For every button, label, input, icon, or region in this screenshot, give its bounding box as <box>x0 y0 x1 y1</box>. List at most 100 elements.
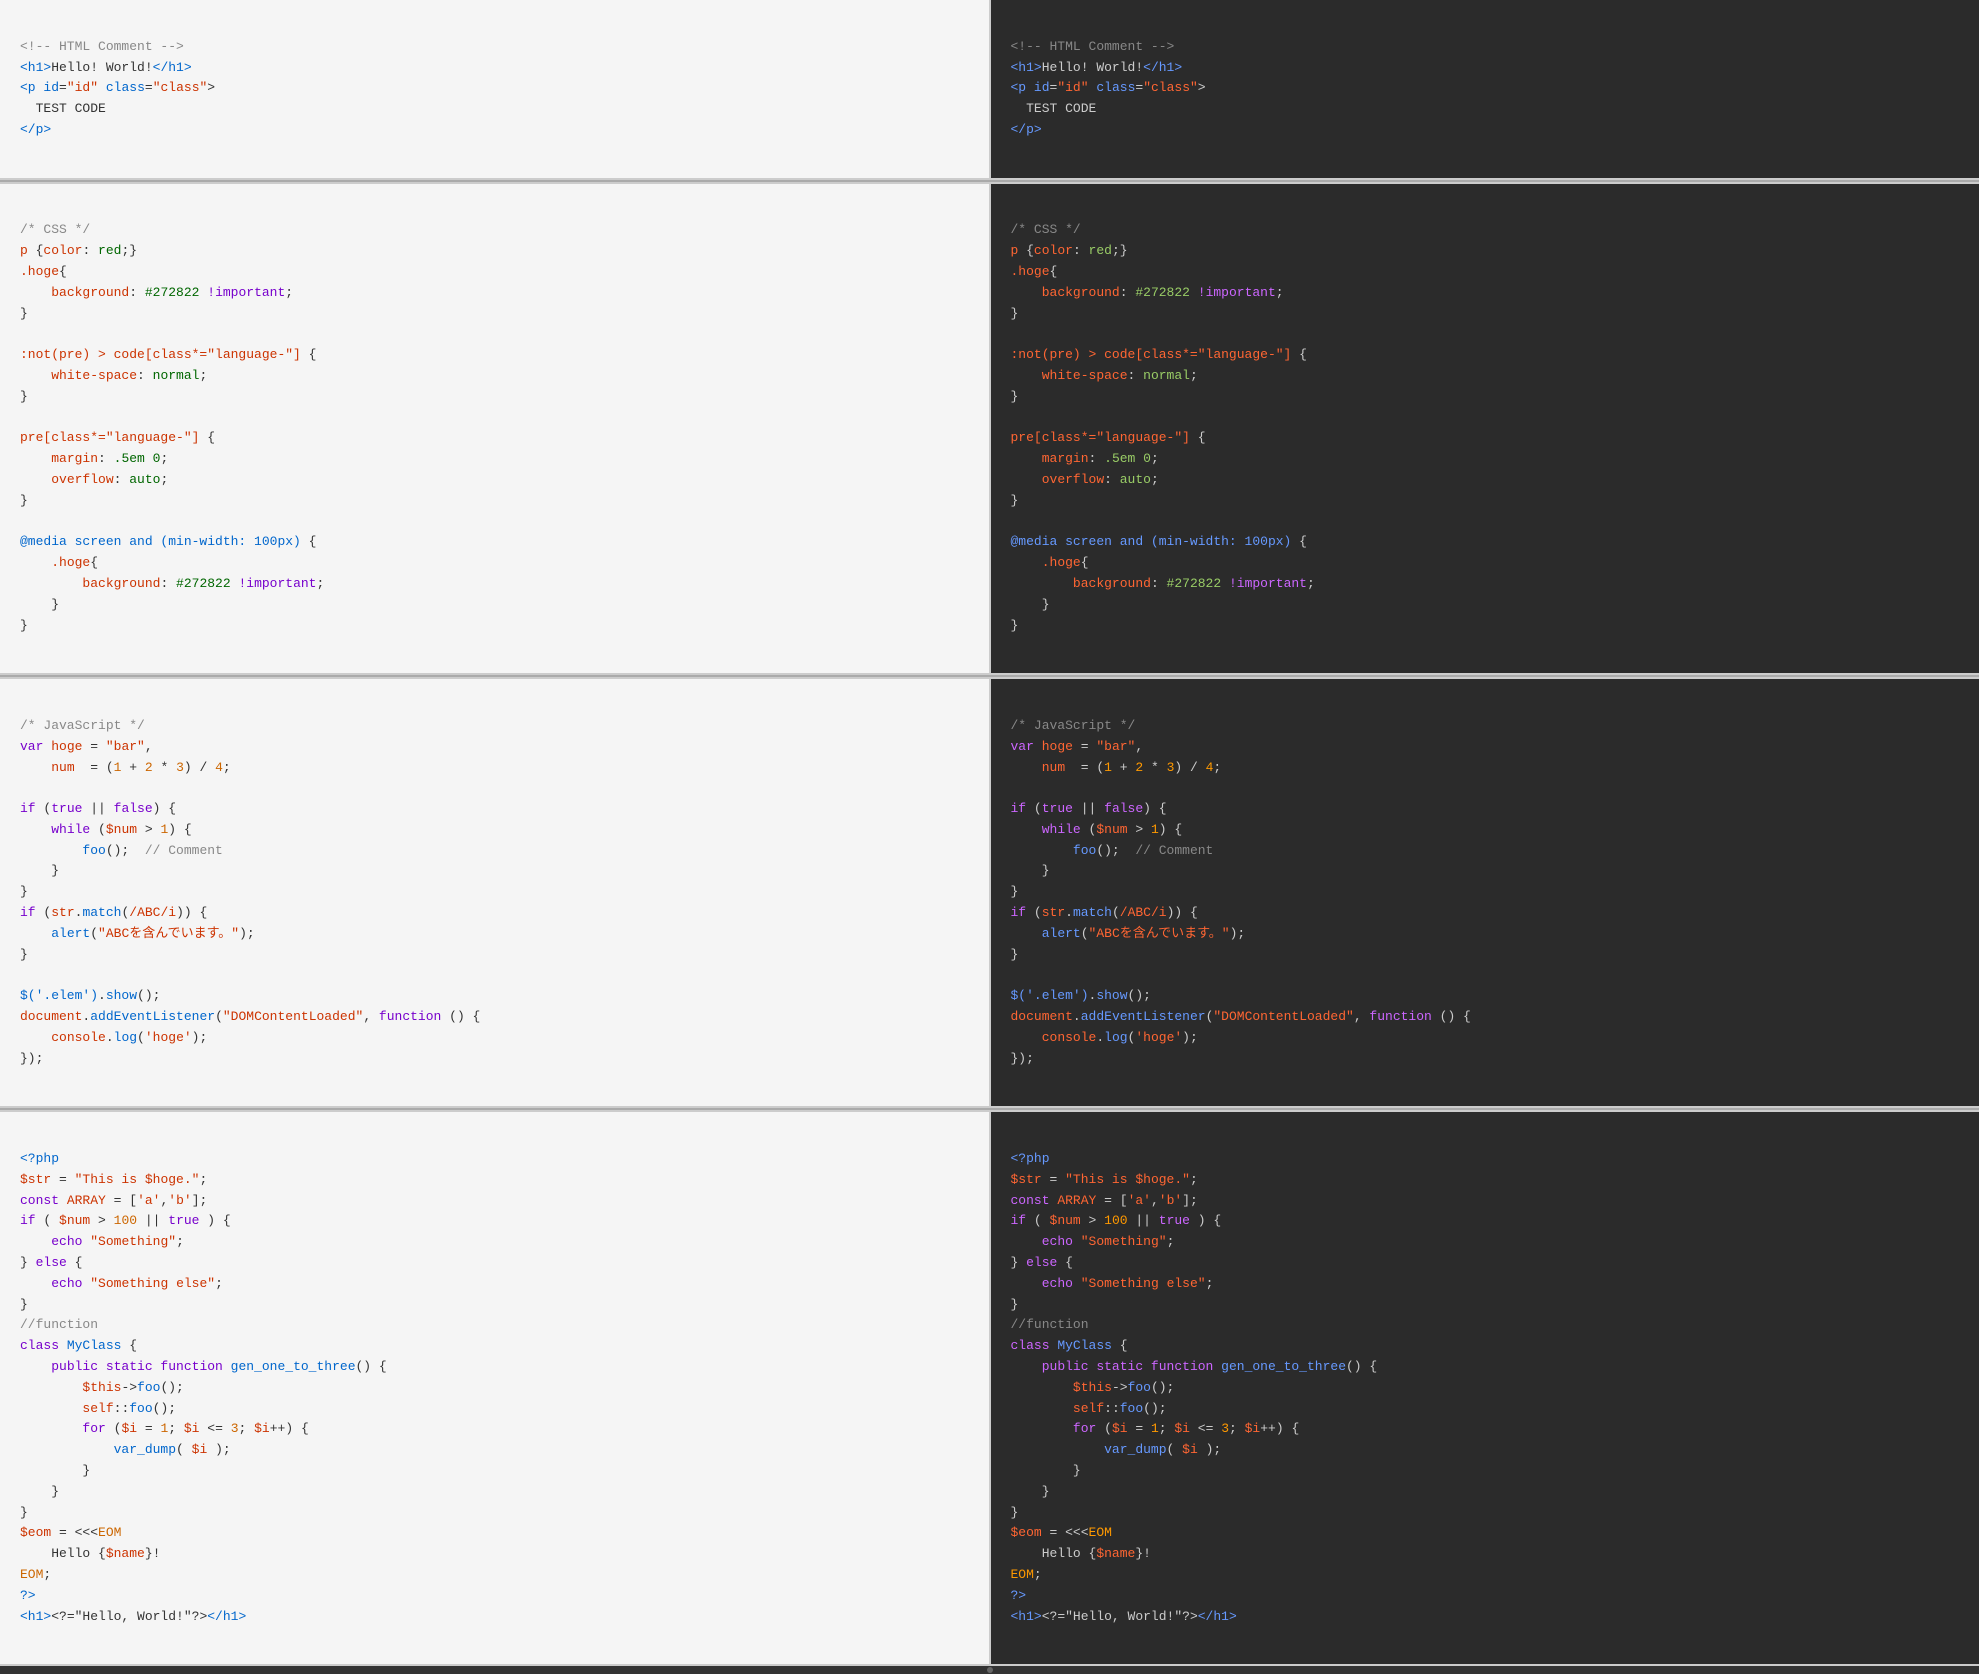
css-dark-code: /* CSS */ p {color: red;} .hoge{ backgro… <box>1011 220 1960 636</box>
func: show <box>1096 988 1127 1003</box>
line: <h1><?="Hello, World!"?></h1> <box>1011 1609 1237 1624</box>
keyword: function <box>1369 1009 1431 1024</box>
line: if (true || false) { <box>20 801 176 816</box>
line: <p id="id" class="class"> <box>1011 80 1206 95</box>
line: while ($num > 1) { <box>20 822 192 837</box>
var: num <box>1042 760 1065 775</box>
func: foo <box>82 843 105 858</box>
line: console.log('hoge'); <box>20 1030 207 1045</box>
css-dark-panel: /* CSS */ p {color: red;} .hoge{ backgro… <box>991 184 1979 674</box>
keyword: true <box>51 801 82 816</box>
php-tag: ?> <box>20 1588 36 1603</box>
bottom-bar <box>0 1666 1979 1674</box>
line: TEST CODE <box>20 101 106 116</box>
line: $eom = <<<EOM <box>20 1525 121 1540</box>
html-light-code: <!-- HTML Comment --> <h1>Hello! World!<… <box>20 37 969 141</box>
keyword: false <box>114 801 153 816</box>
separator-2 <box>0 675 1979 677</box>
var: str <box>51 905 74 920</box>
property: color <box>43 243 82 258</box>
tag: p <box>1026 122 1034 137</box>
var: $i <box>192 1442 208 1457</box>
number: 2 <box>1135 760 1143 775</box>
property: color <box>1034 243 1073 258</box>
line: @media screen and (min-width: 100px) { <box>1011 534 1307 549</box>
line: foo(); // Comment <box>1011 843 1214 858</box>
line: } <box>20 1505 28 1520</box>
string: /ABC/i <box>1120 905 1167 920</box>
tag: </ <box>1011 122 1027 137</box>
keyword: if <box>20 801 36 816</box>
func: foo <box>129 1401 152 1416</box>
tag: <p <box>1011 80 1034 95</box>
comment: // Comment <box>145 843 223 858</box>
line: } <box>1011 863 1050 878</box>
line: <h1>Hello! World!</h1> <box>1011 60 1183 75</box>
var: hoge <box>51 739 82 754</box>
line: p {color: red;} <box>20 243 137 258</box>
func: foo <box>1128 1380 1151 1395</box>
func: alert <box>1042 926 1081 941</box>
line: document.addEventListener("DOMContentLoa… <box>1011 1009 1471 1024</box>
js-light-code: /* JavaScript */ var hoge = "bar", num =… <box>20 716 969 1070</box>
tag: <h1> <box>1011 1609 1042 1624</box>
comment: //function <box>1011 1317 1089 1332</box>
var: $i <box>184 1421 200 1436</box>
func: gen_one_to_three <box>1221 1359 1346 1374</box>
keyword: var <box>1011 739 1034 754</box>
separator-3 <box>0 1108 1979 1110</box>
selector: :not(pre) > code[class*="language-"] <box>1011 347 1292 362</box>
line: } <box>1011 306 1019 321</box>
heredoc: EOM <box>1011 1567 1034 1582</box>
func: addEventListener <box>1081 1009 1206 1024</box>
php-dark-code: <?php $str = "This is $hoge."; const ARR… <box>1011 1149 1960 1627</box>
var: num <box>51 760 74 775</box>
keyword: public static function <box>1042 1359 1214 1374</box>
tag: <h1> <box>1011 60 1042 75</box>
line: } <box>20 597 59 612</box>
line: var_dump( $i ); <box>20 1442 231 1457</box>
func: match <box>1073 905 1112 920</box>
keyword: !important <box>1229 576 1307 591</box>
string: 'b' <box>168 1193 191 1208</box>
string: 'hoge' <box>1135 1030 1182 1045</box>
string: "Something else" <box>90 1276 215 1291</box>
line: var hoge = "bar", <box>20 739 153 754</box>
var: $i <box>1174 1421 1190 1436</box>
var: $num <box>1096 822 1127 837</box>
number: 100 <box>1104 1213 1127 1228</box>
tag: > <box>1034 122 1042 137</box>
keyword: else <box>1026 1255 1057 1270</box>
number: 1 <box>1151 822 1159 837</box>
js-dark-panel: /* JavaScript */ var hoge = "bar", num =… <box>991 679 1979 1106</box>
var: $i <box>1182 1442 1198 1457</box>
line: var hoge = "bar", <box>1011 739 1144 754</box>
line: <h1><?="Hello, World!"?></h1> <box>20 1609 246 1624</box>
keyword: echo <box>1042 1276 1073 1291</box>
func: log <box>1104 1030 1127 1045</box>
property: background <box>1073 576 1151 591</box>
line: foo(); // Comment <box>20 843 223 858</box>
func: foo <box>1120 1401 1143 1416</box>
line: $this->foo(); <box>1011 1380 1175 1395</box>
var: $i <box>1245 1421 1261 1436</box>
keyword: else <box>36 1255 67 1270</box>
line: var_dump( $i ); <box>1011 1442 1222 1457</box>
line: background: #272822 !important; <box>20 576 324 591</box>
line: .hoge{ <box>20 555 98 570</box>
keyword: for <box>82 1421 105 1436</box>
keyword: while <box>51 822 90 837</box>
value: .5em 0 <box>1104 451 1151 466</box>
line: } <box>20 884 28 899</box>
keyword: public static function <box>51 1359 223 1374</box>
line: } <box>20 1463 90 1478</box>
string: "This is $hoge." <box>75 1172 200 1187</box>
keyword: var <box>20 739 43 754</box>
tag: <h1> <box>20 60 51 75</box>
number: 1 <box>160 822 168 837</box>
keyword: if <box>1011 905 1027 920</box>
string: "id" <box>67 80 98 95</box>
property: background <box>1042 285 1120 300</box>
line: $('.elem').show(); <box>1011 988 1151 1003</box>
property: background <box>82 576 160 591</box>
